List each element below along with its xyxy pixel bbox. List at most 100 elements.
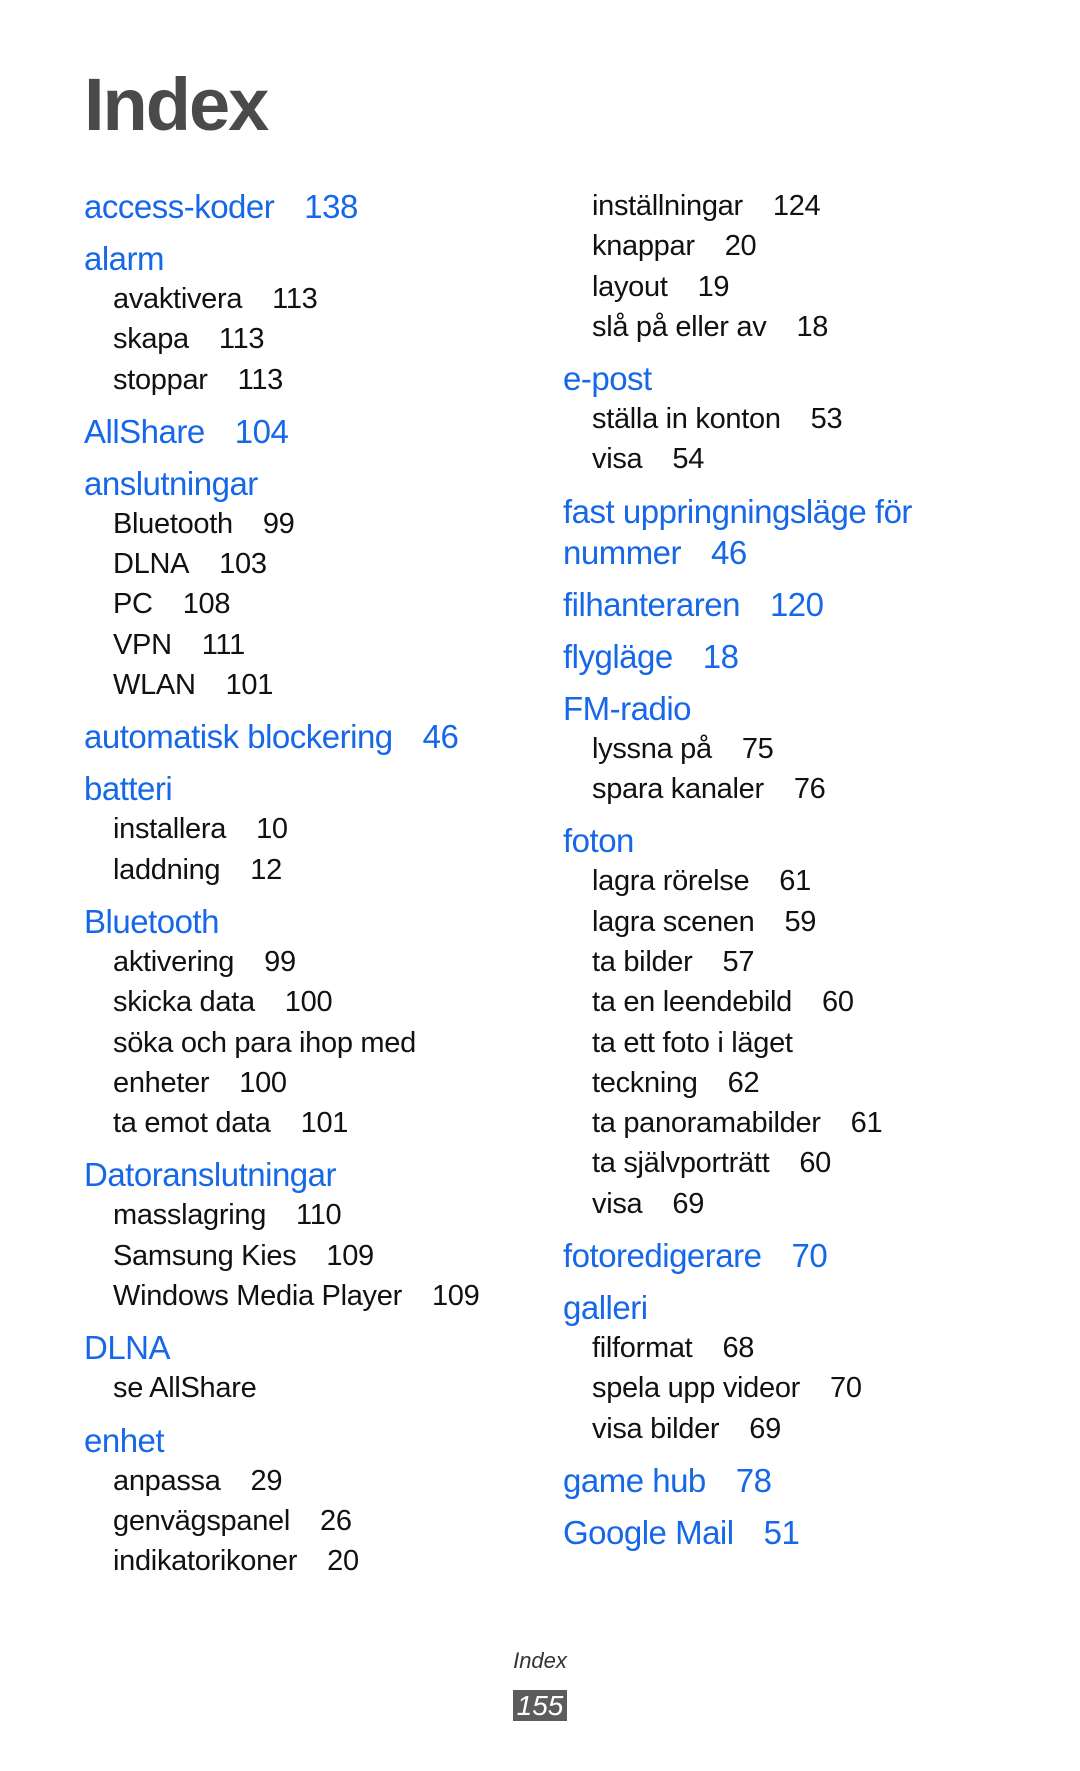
index-column-left: access-koder 138 alarm avaktivera 113 skapa 11… <box>84 186 524 1582</box>
index-term: DLNA <box>113 548 190 581</box>
index-term: genvägspanel <box>113 1504 290 1537</box>
page-reference[interactable]: 57 <box>722 946 754 978</box>
index-term: layout <box>592 270 668 303</box>
index-subentry: slå på eller av 18 <box>563 307 1003 347</box>
page-reference[interactable]: 26 <box>320 1505 352 1537</box>
page-reference[interactable]: 101 <box>226 669 274 701</box>
index-term: ta panoramabilder <box>592 1107 821 1140</box>
index-subentry: spela upp videor 70 <box>563 1368 1003 1408</box>
index-entry: game hub 78 <box>563 1460 1003 1501</box>
index-term: DLNA <box>84 1329 171 1367</box>
index-term: stoppar <box>113 363 208 396</box>
page-reference[interactable]: 60 <box>822 986 854 1018</box>
page-reference[interactable]: 10 <box>256 813 288 845</box>
index-term: FM-radio <box>563 689 692 727</box>
page-reference[interactable]: 68 <box>722 1332 754 1364</box>
page-reference[interactable]: 113 <box>238 364 284 396</box>
index-subentry: ta emot data 101 <box>84 1103 524 1143</box>
page-reference[interactable]: 19 <box>698 271 730 303</box>
index-term: batteri <box>84 770 173 808</box>
page-reference[interactable]: 109 <box>326 1240 374 1272</box>
index-entry: enhet <box>84 1420 524 1461</box>
page-reference[interactable]: 109 <box>432 1280 480 1312</box>
page-reference[interactable]: 76 <box>794 773 826 805</box>
index-subentry: installera 10 <box>84 809 524 849</box>
page-reference[interactable]: 29 <box>251 1465 283 1497</box>
page-reference[interactable]: 101 <box>301 1107 349 1139</box>
index-term: laddning <box>113 853 221 886</box>
page-reference[interactable]: 20 <box>327 1545 359 1577</box>
page-reference[interactable]: 104 <box>235 413 289 450</box>
page-reference[interactable]: 51 <box>764 1514 800 1551</box>
index-subentry: visa 54 <box>563 439 1003 479</box>
index-entry: automatisk blockering 46 <box>84 716 524 757</box>
index-entry: Google Mail 51 <box>563 1512 1003 1553</box>
index-term: Datoranslutningar <box>84 1156 337 1194</box>
page-reference[interactable]: 54 <box>672 443 704 475</box>
page-reference[interactable]: 70 <box>830 1372 862 1404</box>
page-reference[interactable]: 46 <box>423 718 459 755</box>
page-reference[interactable]: 20 <box>725 230 757 262</box>
index-subentry: visa bilder 69 <box>563 1409 1003 1449</box>
index-subentry: stoppar 113 <box>84 360 524 400</box>
page-reference[interactable]: 62 <box>728 1067 760 1099</box>
page-reference[interactable]: 46 <box>711 534 747 571</box>
index-subentry: lyssna på 75 <box>563 729 1003 769</box>
index-subentry: layout 19 <box>563 267 1003 307</box>
page-reference[interactable]: 70 <box>791 1237 827 1274</box>
index-term: ta emot data <box>113 1107 271 1140</box>
page-reference[interactable]: 103 <box>219 548 267 580</box>
page-reference[interactable]: 110 <box>296 1199 342 1231</box>
page-reference[interactable]: 111 <box>202 629 245 661</box>
page-reference[interactable]: 113 <box>272 283 318 315</box>
page-reference[interactable]: 61 <box>779 865 811 897</box>
index-subentry: lagra scenen 59 <box>563 902 1003 942</box>
index-term: flygläge <box>563 637 673 675</box>
index-term: automatisk blockering <box>84 718 393 756</box>
index-subentry: enheter 100 <box>84 1063 524 1103</box>
index-term: Samsung Kies <box>113 1239 297 1272</box>
index-subentry: avaktivera 113 <box>84 279 524 319</box>
index-term: filformat <box>592 1332 693 1365</box>
index-term: WLAN <box>113 669 196 702</box>
index-entry: DLNA <box>84 1327 524 1368</box>
index-entry: flygläge 18 <box>563 636 1003 677</box>
page-reference[interactable]: 138 <box>304 188 358 225</box>
page-reference[interactable]: 78 <box>736 1462 772 1499</box>
index-subentry: laddning 12 <box>84 850 524 890</box>
index-term: foton <box>563 822 634 860</box>
index-entry: Bluetooth <box>84 901 524 942</box>
index-entry: galleri <box>563 1287 1003 1328</box>
index-subentry: ta bilder 57 <box>563 942 1003 982</box>
index-subentry: VPN 111 <box>84 625 524 665</box>
page-reference[interactable]: 59 <box>784 906 816 938</box>
page-reference[interactable]: 18 <box>796 311 828 343</box>
page-reference[interactable]: 100 <box>239 1067 287 1099</box>
page-reference[interactable]: 69 <box>672 1188 704 1220</box>
page-reference[interactable]: 120 <box>770 586 824 623</box>
page-reference[interactable]: 99 <box>263 508 295 540</box>
index-term: fotoredigerare <box>563 1237 762 1275</box>
page-reference[interactable]: 18 <box>703 638 739 675</box>
page-reference[interactable]: 100 <box>285 986 333 1018</box>
page-reference[interactable]: 69 <box>749 1413 781 1445</box>
index-term: PC <box>113 588 153 621</box>
index-term: knappar <box>592 230 695 263</box>
page-reference[interactable]: 53 <box>811 403 843 435</box>
index-term: lagra rörelse <box>592 865 750 898</box>
page-reference[interactable]: 61 <box>851 1107 883 1139</box>
index-entry: Datoranslutningar <box>84 1154 524 1195</box>
page-reference[interactable]: 60 <box>799 1147 831 1179</box>
index-column-right: inställningar 124 knappar 20 layout 19 slå på … <box>563 186 1003 1553</box>
index-entry: filhanteraren 120 <box>563 584 1003 625</box>
page-reference[interactable]: 12 <box>250 854 282 886</box>
index-subentry: lagra rörelse 61 <box>563 861 1003 901</box>
page-reference[interactable]: 75 <box>742 733 774 765</box>
index-term: se AllShare <box>113 1372 257 1405</box>
page-reference[interactable]: 99 <box>264 946 296 978</box>
page-reference[interactable]: 108 <box>183 588 231 620</box>
page-reference[interactable]: 113 <box>219 323 265 355</box>
page-reference[interactable]: 124 <box>773 190 821 222</box>
index-entry: batteri <box>84 768 524 809</box>
index-term: alarm <box>84 240 165 277</box>
